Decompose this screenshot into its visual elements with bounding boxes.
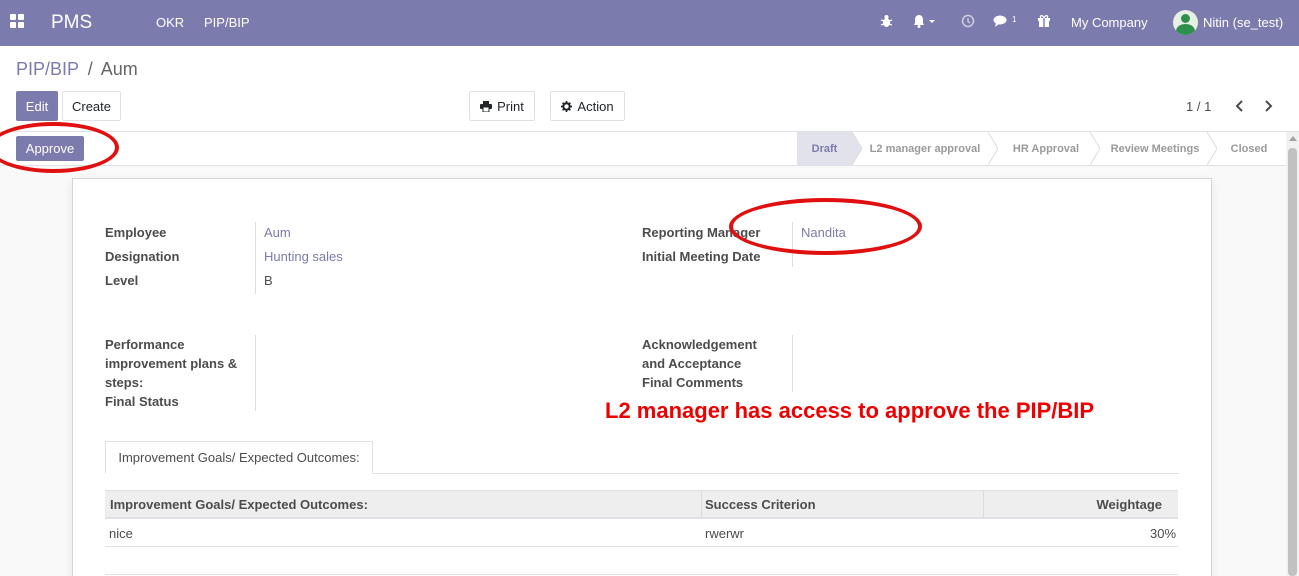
breadcrumb-separator: / (87, 59, 93, 79)
pip-steps-label: Performance improvement plans & steps: (105, 337, 238, 390)
action-label: Action (577, 98, 614, 114)
table-row-divider (105, 574, 1178, 575)
action-button[interactable]: Action (550, 91, 625, 121)
table-header: Improvement Goals/ Expected Outcomes: Su… (105, 490, 1178, 519)
final-status-label: Final Status (105, 394, 179, 409)
acknowledgement-label: Acknowledgement and Acceptance (642, 337, 757, 371)
edit-button[interactable]: Edit (16, 91, 58, 121)
print-label: Print (497, 98, 524, 114)
stage-arrow (1207, 132, 1217, 165)
user-avatar[interactable] (1173, 10, 1198, 35)
employee-field[interactable]: Aum (264, 223, 291, 242)
chevron-right-icon[interactable] (1262, 100, 1274, 112)
column-separator (983, 491, 984, 518)
stage-review-meetings[interactable]: Review Meetings (1102, 132, 1208, 165)
stage-arrow (1090, 132, 1100, 165)
stage-l2-manager-approval[interactable]: L2 manager approval (862, 132, 988, 165)
menu-okr[interactable]: OKR (156, 15, 184, 30)
status-bar: Approve Draft L2 manager approval HR App… (0, 131, 1299, 166)
level-label: Level (105, 273, 139, 288)
breadcrumb-current: Aum (100, 59, 138, 79)
scroll-up-icon[interactable] (1289, 136, 1297, 141)
gear-icon (561, 100, 573, 112)
column-header-goals[interactable]: Improvement Goals/ Expected Outcomes: (110, 497, 368, 512)
stage-draft[interactable]: Draft (797, 132, 852, 165)
user-menu[interactable]: Nitin (se_test) (1203, 15, 1283, 30)
field-divider (792, 335, 793, 392)
stage-hr-approval[interactable]: HR Approval (1000, 132, 1092, 165)
column-separator (701, 491, 702, 518)
table-row-divider (105, 546, 1178, 547)
stage-arrow (988, 132, 998, 165)
table-row-goal[interactable]: nice (109, 526, 133, 541)
table-row-criterion[interactable]: rwerwr (705, 526, 744, 541)
notifications-bell-icon[interactable] (913, 14, 935, 31)
top-navbar: PMS OKR PIP/BIP 1 My Company Nitin (se_t… (0, 0, 1299, 46)
initial-meeting-date-label: Initial Meeting Date (642, 249, 761, 264)
designation-field[interactable]: Hunting sales (264, 247, 343, 266)
app-brand[interactable]: PMS (51, 12, 92, 34)
messages-chat-icon[interactable] (993, 14, 1009, 31)
tab-improvement-goals[interactable]: Improvement Goals/ Expected Outcomes: (105, 441, 373, 474)
column-header-success-criterion[interactable]: Success Criterion (705, 497, 816, 512)
column-header-weightage[interactable]: Weightage (1097, 497, 1163, 512)
breadcrumb: PIP/BIP / Aum (16, 59, 138, 80)
create-button[interactable]: Create (62, 91, 121, 121)
table-row-weightage[interactable]: 30% (1150, 526, 1176, 541)
company-switcher[interactable]: My Company (1071, 15, 1148, 30)
pager-value[interactable]: 1 / 1 (1186, 99, 1211, 114)
level-field[interactable]: B (264, 271, 273, 290)
field-divider (255, 222, 256, 294)
chevron-left-icon[interactable] (1234, 100, 1246, 112)
print-icon (480, 100, 493, 112)
employee-label: Employee (105, 225, 167, 240)
stage-closed[interactable]: Closed (1219, 132, 1279, 165)
menu-pip-bip[interactable]: PIP/BIP (204, 15, 250, 30)
gift-icon[interactable] (1037, 14, 1051, 31)
activity-clock-icon[interactable] (961, 14, 975, 31)
annotation-note: L2 manager has access to approve the PIP… (605, 398, 1095, 423)
final-comments-label: Final Comments (642, 375, 744, 390)
chat-count-badge: 1 (1012, 15, 1017, 24)
designation-label: Designation (105, 249, 180, 264)
highlight-manager-ellipse (729, 198, 922, 255)
scrollbar-thumb[interactable] (1288, 148, 1297, 576)
print-button[interactable]: Print (469, 91, 535, 121)
stage-arrow (852, 132, 862, 165)
debug-bug-icon[interactable] (880, 14, 893, 31)
breadcrumb-parent-link[interactable]: PIP/BIP (16, 59, 79, 79)
field-divider (255, 335, 256, 411)
apps-menu-icon[interactable] (10, 14, 26, 30)
